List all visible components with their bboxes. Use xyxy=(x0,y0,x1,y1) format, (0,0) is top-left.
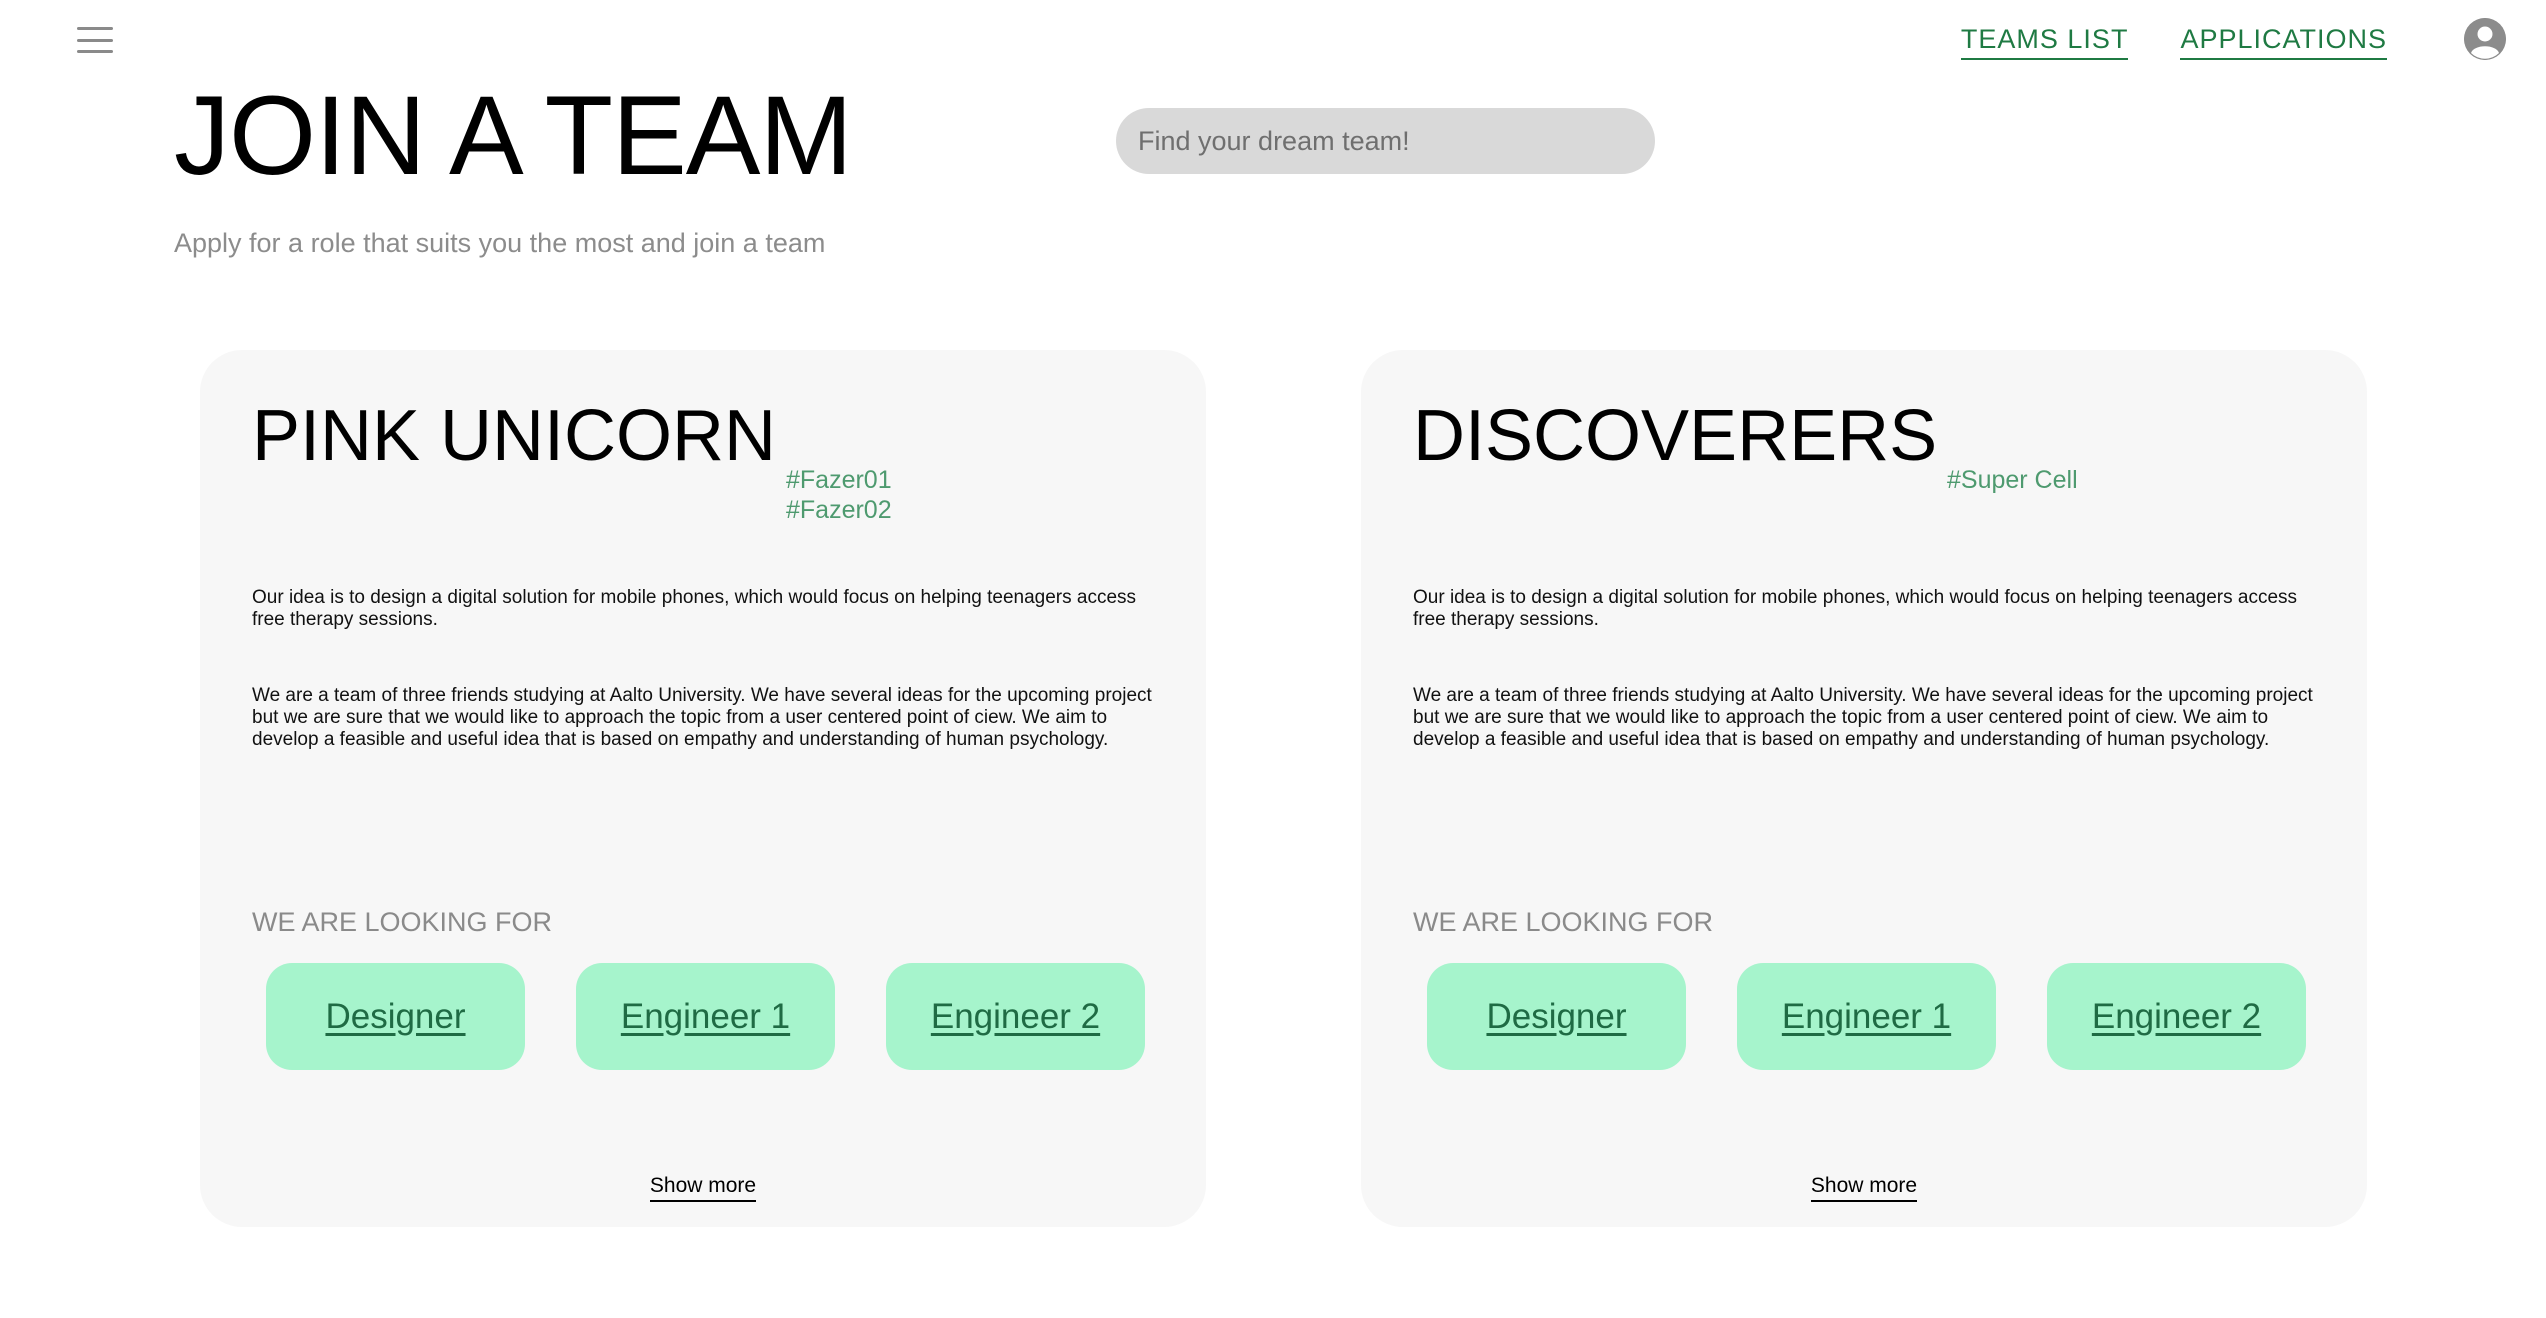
show-more-link[interactable]: Show more xyxy=(1810,1174,1918,1202)
nav-applications-link[interactable]: APPLICATIONS xyxy=(2180,24,2387,60)
role-engineer-1-button[interactable]: Engineer 1 xyxy=(576,963,835,1070)
show-more-container: Show more xyxy=(1361,1174,2367,1202)
top-navigation: TEAMS LIST APPLICATIONS xyxy=(1960,24,2387,60)
show-more-container: Show more xyxy=(200,1174,1206,1202)
looking-for-heading: WE ARE LOOKING FOR xyxy=(252,907,553,937)
show-more-link[interactable]: Show more xyxy=(649,1174,757,1202)
role-engineer-2-button[interactable]: Engineer 2 xyxy=(886,963,1145,1070)
user-avatar-icon[interactable] xyxy=(2464,18,2506,60)
roles-list: Designer Engineer 1 Engineer 2 xyxy=(266,963,1145,1070)
role-designer-button[interactable]: Designer xyxy=(266,963,525,1070)
team-about-description: We are a team of three friends studying … xyxy=(1413,685,2313,750)
team-tag[interactable]: #Fazer02 xyxy=(786,495,892,525)
team-tags: #Super Cell xyxy=(1947,465,2078,495)
team-card-pink-unicorn: PINK UNICORN #Fazer01 #Fazer02 Our idea … xyxy=(200,350,1206,1227)
looking-for-heading: WE ARE LOOKING FOR xyxy=(1413,907,1714,937)
page-title: JOIN A TEAM xyxy=(174,73,853,198)
role-designer-button[interactable]: Designer xyxy=(1427,963,1686,1070)
menu-bar xyxy=(77,38,113,42)
team-idea-description: Our idea is to design a digital solution… xyxy=(1413,587,2298,630)
team-tags: #Fazer01 #Fazer02 xyxy=(786,465,892,525)
role-engineer-1-button[interactable]: Engineer 1 xyxy=(1737,963,1996,1070)
team-card-discoverers: DISCOVERERS #Super Cell Our idea is to d… xyxy=(1361,350,2367,1227)
team-name: DISCOVERERS xyxy=(1413,396,1938,476)
menu-bar xyxy=(77,50,113,53)
user-silhouette-icon xyxy=(2464,18,2506,60)
nav-teams-list-link[interactable]: TEAMS LIST xyxy=(1960,24,2129,60)
menu-bar xyxy=(77,27,113,30)
team-idea-description: Our idea is to design a digital solution… xyxy=(252,587,1137,630)
team-tag[interactable]: #Fazer01 xyxy=(786,465,892,495)
role-engineer-2-button[interactable]: Engineer 2 xyxy=(2047,963,2306,1070)
team-about-description: We are a team of three friends studying … xyxy=(252,685,1152,750)
page-subtitle: Apply for a role that suits you the most… xyxy=(174,228,826,258)
hamburger-menu-icon[interactable] xyxy=(77,27,113,53)
team-name: PINK UNICORN xyxy=(252,396,777,476)
team-tag[interactable]: #Super Cell xyxy=(1947,465,2078,495)
search-input[interactable] xyxy=(1116,108,1655,174)
roles-list: Designer Engineer 1 Engineer 2 xyxy=(1427,963,2306,1070)
